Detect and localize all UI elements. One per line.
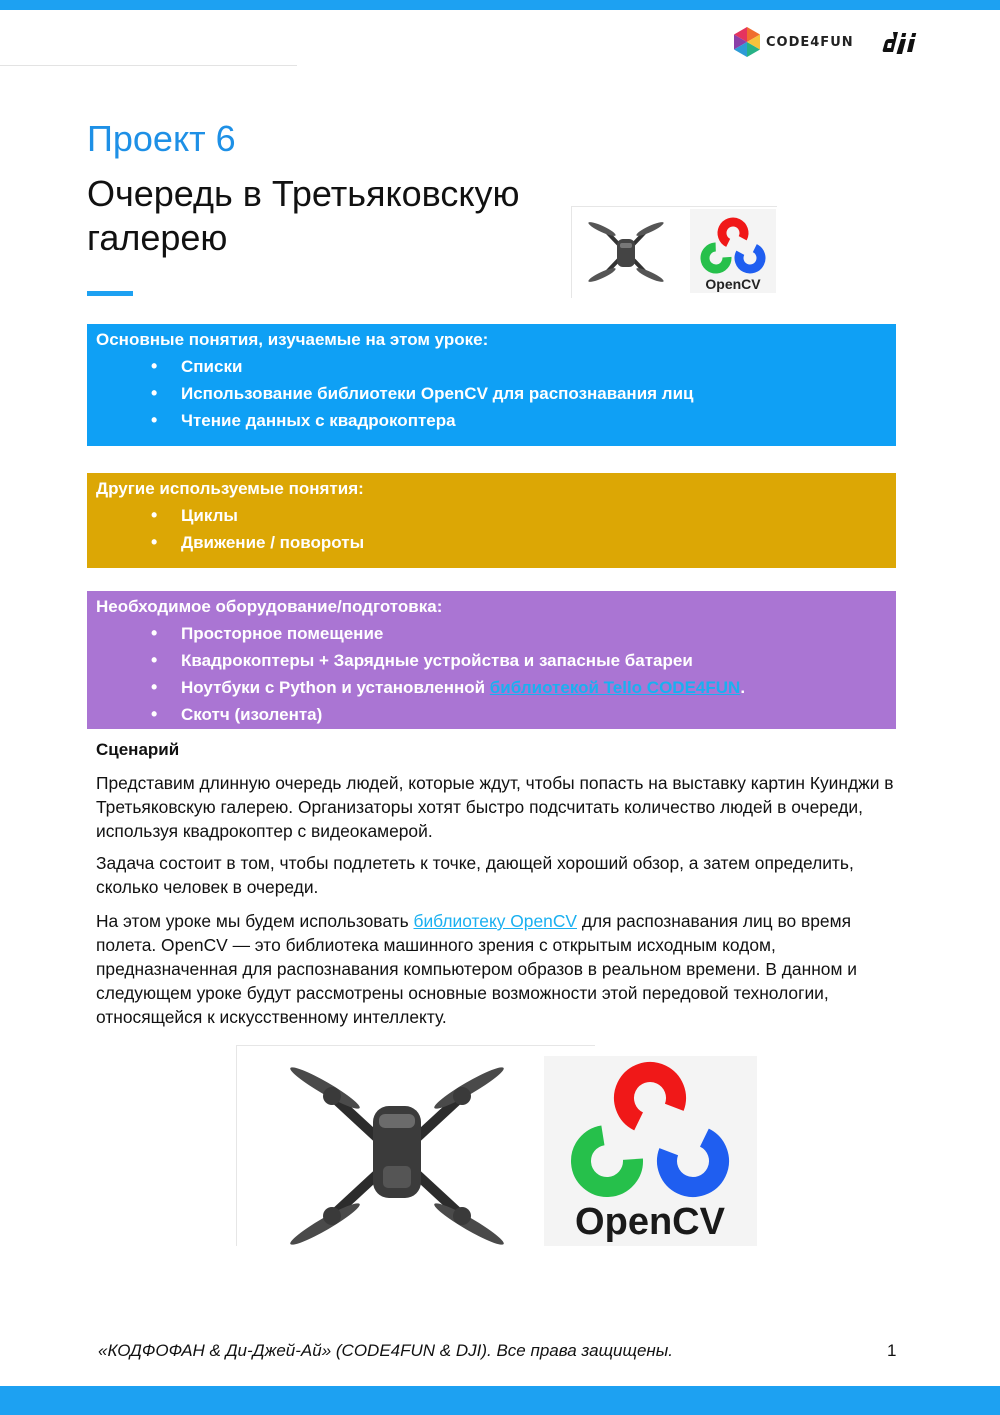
code4fun-wordmark: CODE4FUN [766,34,854,50]
code4fun-logo: CODE4FUN [734,27,854,57]
list-item: Движение / повороты [87,529,364,556]
laptops-text: Ноутбуки с Python и установленной [181,678,490,697]
list-item: Использование библиотеки OpenCV для расп… [87,380,694,407]
key-concepts-box: Основные понятия, изучаемые на этом урок… [87,324,896,446]
header-thumbnails: OpenCV [571,206,777,298]
svg-text:OpenCV: OpenCV [575,1201,726,1243]
dji-logo [882,32,917,54]
opencv-logo-image: OpenCV [544,1056,757,1246]
key-concepts-list: Списки Использование библиотеки OpenCV д… [87,353,694,434]
other-concepts-title: Другие используемые понятия: [96,479,364,498]
project-label: Проект 6 [87,118,236,159]
other-concepts-list: Циклы Движение / повороты [87,502,364,556]
title-accent-bar [87,291,133,296]
list-item: Списки [87,353,694,380]
bottom-accent-bar [0,1386,1000,1415]
scenario-paragraph-1: Представим длинную очередь людей, которы… [96,773,894,841]
list-item: Квадрокоптеры + Зарядные устройства и за… [87,647,745,674]
code4fun-cube-icon [734,27,760,57]
tello-library-link[interactable]: библиотекой Tello CODE4FUN [490,678,741,697]
list-item: Циклы [87,502,364,529]
paragraph-text: На этом уроке мы будем использовать [96,911,414,931]
equipment-title: Необходимое оборудование/подготовка: [96,597,443,616]
list-item: Скотч (изолента) [87,701,745,728]
opencv-thumbnail-image: OpenCV [690,209,776,293]
page-number: 1 [887,1341,897,1360]
lesson-title: Очередь в Третьяковскую галерею [87,173,520,258]
equipment-list: Просторное помещение Квадрокоптеры + Зар… [87,620,745,728]
scenario-heading: Сценарий [96,740,180,759]
drone-image [236,1045,595,1246]
opencv-library-link[interactable]: библиотеку OpenCV [414,911,577,931]
footer-copyright: «КОДФОФАН & Ди-Джей-Ай» (CODE4FUN & DJI)… [98,1341,674,1360]
key-concepts-title: Основные понятия, изучаемые на этом урок… [96,330,489,349]
scenario-paragraph-3: На этом уроке мы будем использовать библ… [96,909,906,1029]
top-accent-bar [0,0,1000,10]
other-concepts-box: Другие используемые понятия: Циклы Движе… [87,473,896,568]
header-rule [0,65,297,66]
scenario-paragraph-2: Задача состоит в том, чтобы подлететь к … [96,853,854,897]
laptops-suffix: . [740,678,746,697]
svg-text:OpenCV: OpenCV [705,276,761,292]
list-item: Ноутбуки с Python и установленной библио… [87,674,745,701]
list-item: Просторное помещение [87,620,745,647]
equipment-box: Необходимое оборудование/подготовка: Про… [87,591,896,729]
drone-thumbnail-image [588,222,664,282]
list-item: Чтение данных с квадрокоптера [87,407,694,434]
